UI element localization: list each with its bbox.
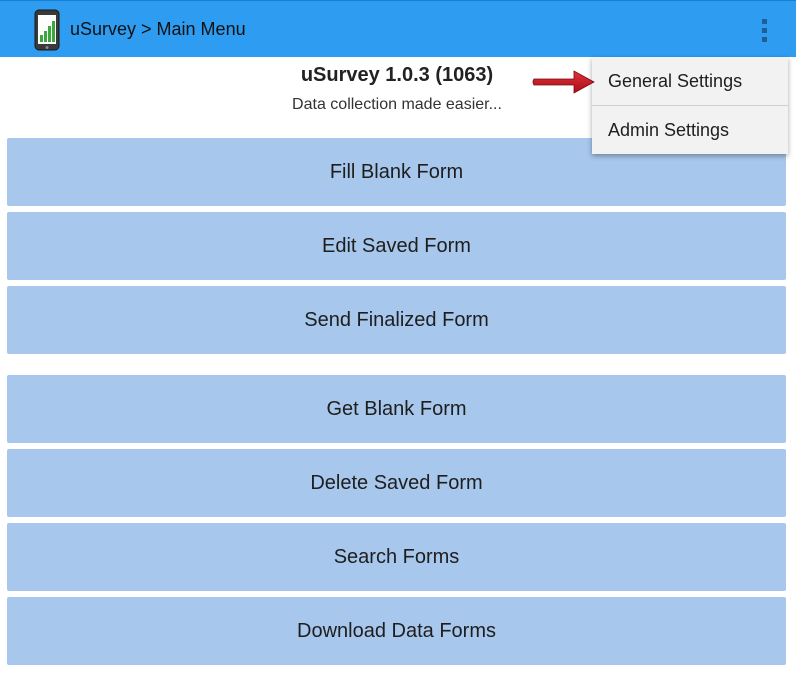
menu-item-general-settings[interactable]: General Settings (592, 57, 788, 105)
get-blank-form-button[interactable]: Get Blank Form (7, 375, 786, 443)
phone-chart-icon[interactable] (34, 9, 60, 51)
overflow-dropdown-menu: General Settings Admin Settings (592, 57, 788, 154)
page-title: uSurvey > Main Menu (70, 19, 246, 39)
action-bar: uSurvey > Main Menu (0, 0, 796, 57)
red-arrow-icon (532, 70, 595, 94)
overflow-menu-icon[interactable] (750, 11, 780, 49)
download-data-forms-button[interactable]: Download Data Forms (7, 597, 786, 665)
search-forms-button[interactable]: Search Forms (7, 523, 786, 591)
delete-saved-form-button[interactable]: Delete Saved Form (7, 449, 786, 517)
send-finalized-form-button[interactable]: Send Finalized Form (7, 286, 786, 354)
menu-item-admin-settings[interactable]: Admin Settings (592, 106, 788, 154)
edit-saved-form-button[interactable]: Edit Saved Form (7, 212, 786, 280)
